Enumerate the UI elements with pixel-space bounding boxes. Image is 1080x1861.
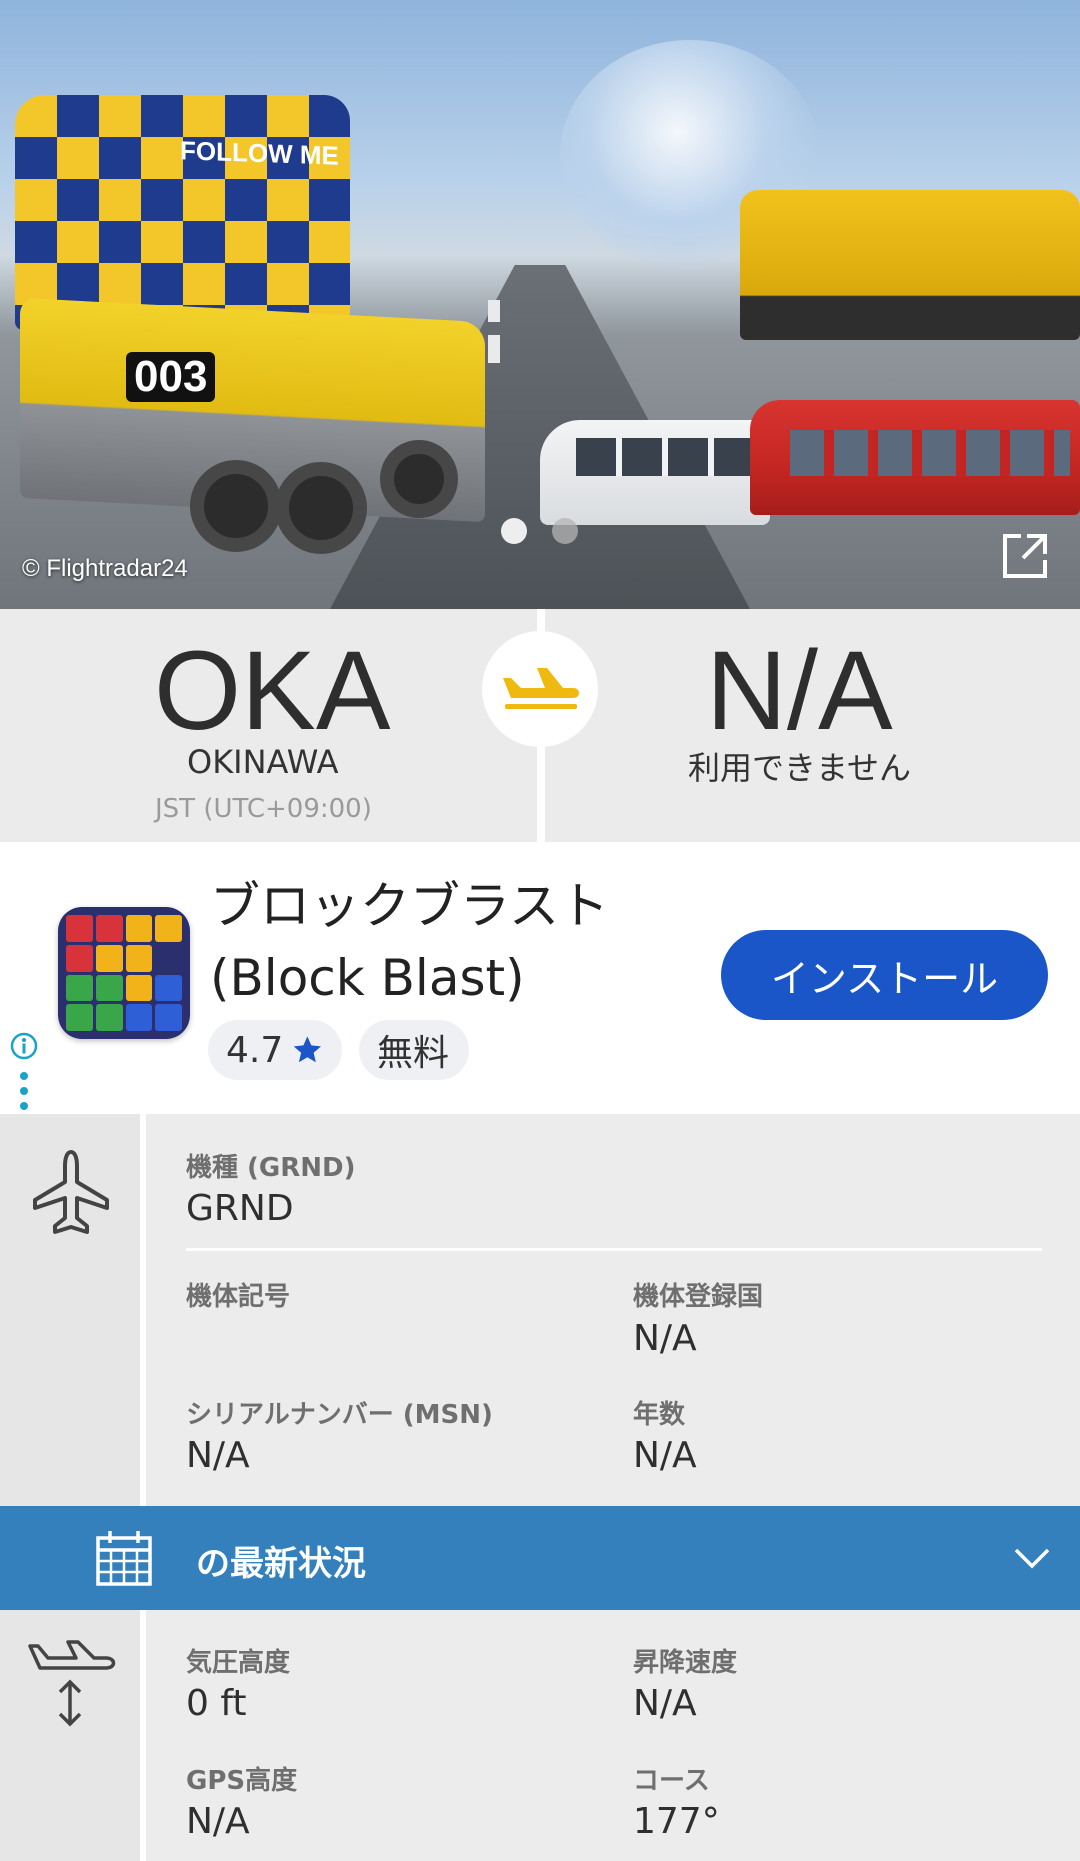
snowplow (740, 190, 1080, 340)
vertical-speed-value: N/A (633, 1683, 697, 1724)
status-panel: 気圧高度 0 ft 昇降速度 N/A GPS高度 N/A コース 177° (0, 1610, 1080, 1861)
runway-marking (488, 300, 500, 322)
serial-label: シリアルナンバー (MSN) (186, 1400, 493, 1430)
carousel-dot-active[interactable] (501, 518, 527, 544)
country-value: N/A (633, 1318, 697, 1359)
ad-options-icon[interactable] (18, 1070, 30, 1112)
runway-marking (488, 335, 500, 363)
baro-altitude-label: 気圧高度 (186, 1648, 291, 1678)
airplane-icon (33, 1150, 109, 1234)
truck-wheel (380, 440, 458, 518)
ad-info-icon[interactable] (10, 1032, 38, 1060)
origin-city: OKINAWA (187, 743, 339, 781)
install-button[interactable]: インストール (721, 930, 1048, 1020)
minibus (540, 420, 770, 525)
baro-altitude-value: 0 ft (186, 1683, 247, 1724)
route-panel: OKA OKINAWA JST (UTC+09:00) N/A 利用できません (0, 609, 1080, 842)
aircraft-info-panel: 機種 (GRND) GRND 機体記号 機体登録国 N/A シリアルナンバー (… (0, 1114, 1080, 1506)
airport-photo[interactable]: FOLLOW ME 003 © Flightradar24 (0, 0, 1080, 609)
chevron-down-icon[interactable] (1012, 1540, 1052, 1576)
truck-number: 003 (126, 352, 216, 402)
price-value: 無料 (377, 1033, 450, 1074)
aircraft-type-label: 機種 (GRND) (186, 1153, 356, 1183)
section-title: の最新状況 (196, 1544, 366, 1584)
origin-timezone: JST (UTC+09:00) (155, 794, 372, 824)
aircraft-type-value: GRND (186, 1188, 294, 1229)
apron-bus (750, 400, 1080, 515)
ad-app-name[interactable]: ブロックブラスト(Block Blast) (210, 870, 630, 1014)
destination-code[interactable]: N/A (706, 635, 893, 747)
truck-wheel (190, 460, 282, 552)
country-label: 機体登録国 (633, 1282, 764, 1312)
age-value: N/A (633, 1435, 697, 1476)
ad-banner[interactable]: ブロックブラスト(Block Blast) 4.7 無料 インストール (0, 842, 1080, 1114)
plane-landing-icon (503, 668, 579, 709)
status-sidebar (0, 1610, 140, 1861)
carousel-dot[interactable] (552, 518, 578, 544)
serial-value: N/A (186, 1435, 250, 1476)
photo-credit: © Flightradar24 (22, 555, 188, 582)
rating-value: 4.7 (226, 1029, 284, 1071)
star-icon (293, 1036, 322, 1063)
rating-chip: 4.7 (208, 1020, 342, 1080)
gps-altitude-value: N/A (186, 1801, 250, 1842)
registration-label: 機体記号 (186, 1282, 291, 1312)
age-label: 年数 (633, 1400, 686, 1430)
follow-me-van (15, 95, 350, 330)
van-label: FOLLOW ME (180, 135, 339, 171)
info-separator (186, 1248, 1042, 1251)
price-chip: 無料 (359, 1020, 469, 1080)
sidebar-border (140, 1114, 146, 1506)
aircraft-sidebar (0, 1114, 140, 1506)
latest-status-header[interactable]: の最新状況 (0, 1506, 1080, 1610)
app-icon[interactable] (58, 907, 190, 1039)
track-value: 177° (633, 1801, 720, 1842)
calendar-icon (96, 1531, 152, 1586)
open-external-icon[interactable] (999, 530, 1051, 582)
flight-status-badge (482, 631, 598, 747)
gps-altitude-label: GPS高度 (186, 1766, 298, 1796)
destination-city: 利用できません (688, 749, 912, 787)
origin-code[interactable]: OKA (154, 635, 391, 747)
vertical-speed-label: 昇降速度 (633, 1648, 738, 1678)
truck-wheel (275, 462, 367, 554)
sidebar-border (140, 1610, 146, 1861)
track-label: コース (633, 1766, 710, 1796)
altitude-icon (28, 1640, 116, 1727)
